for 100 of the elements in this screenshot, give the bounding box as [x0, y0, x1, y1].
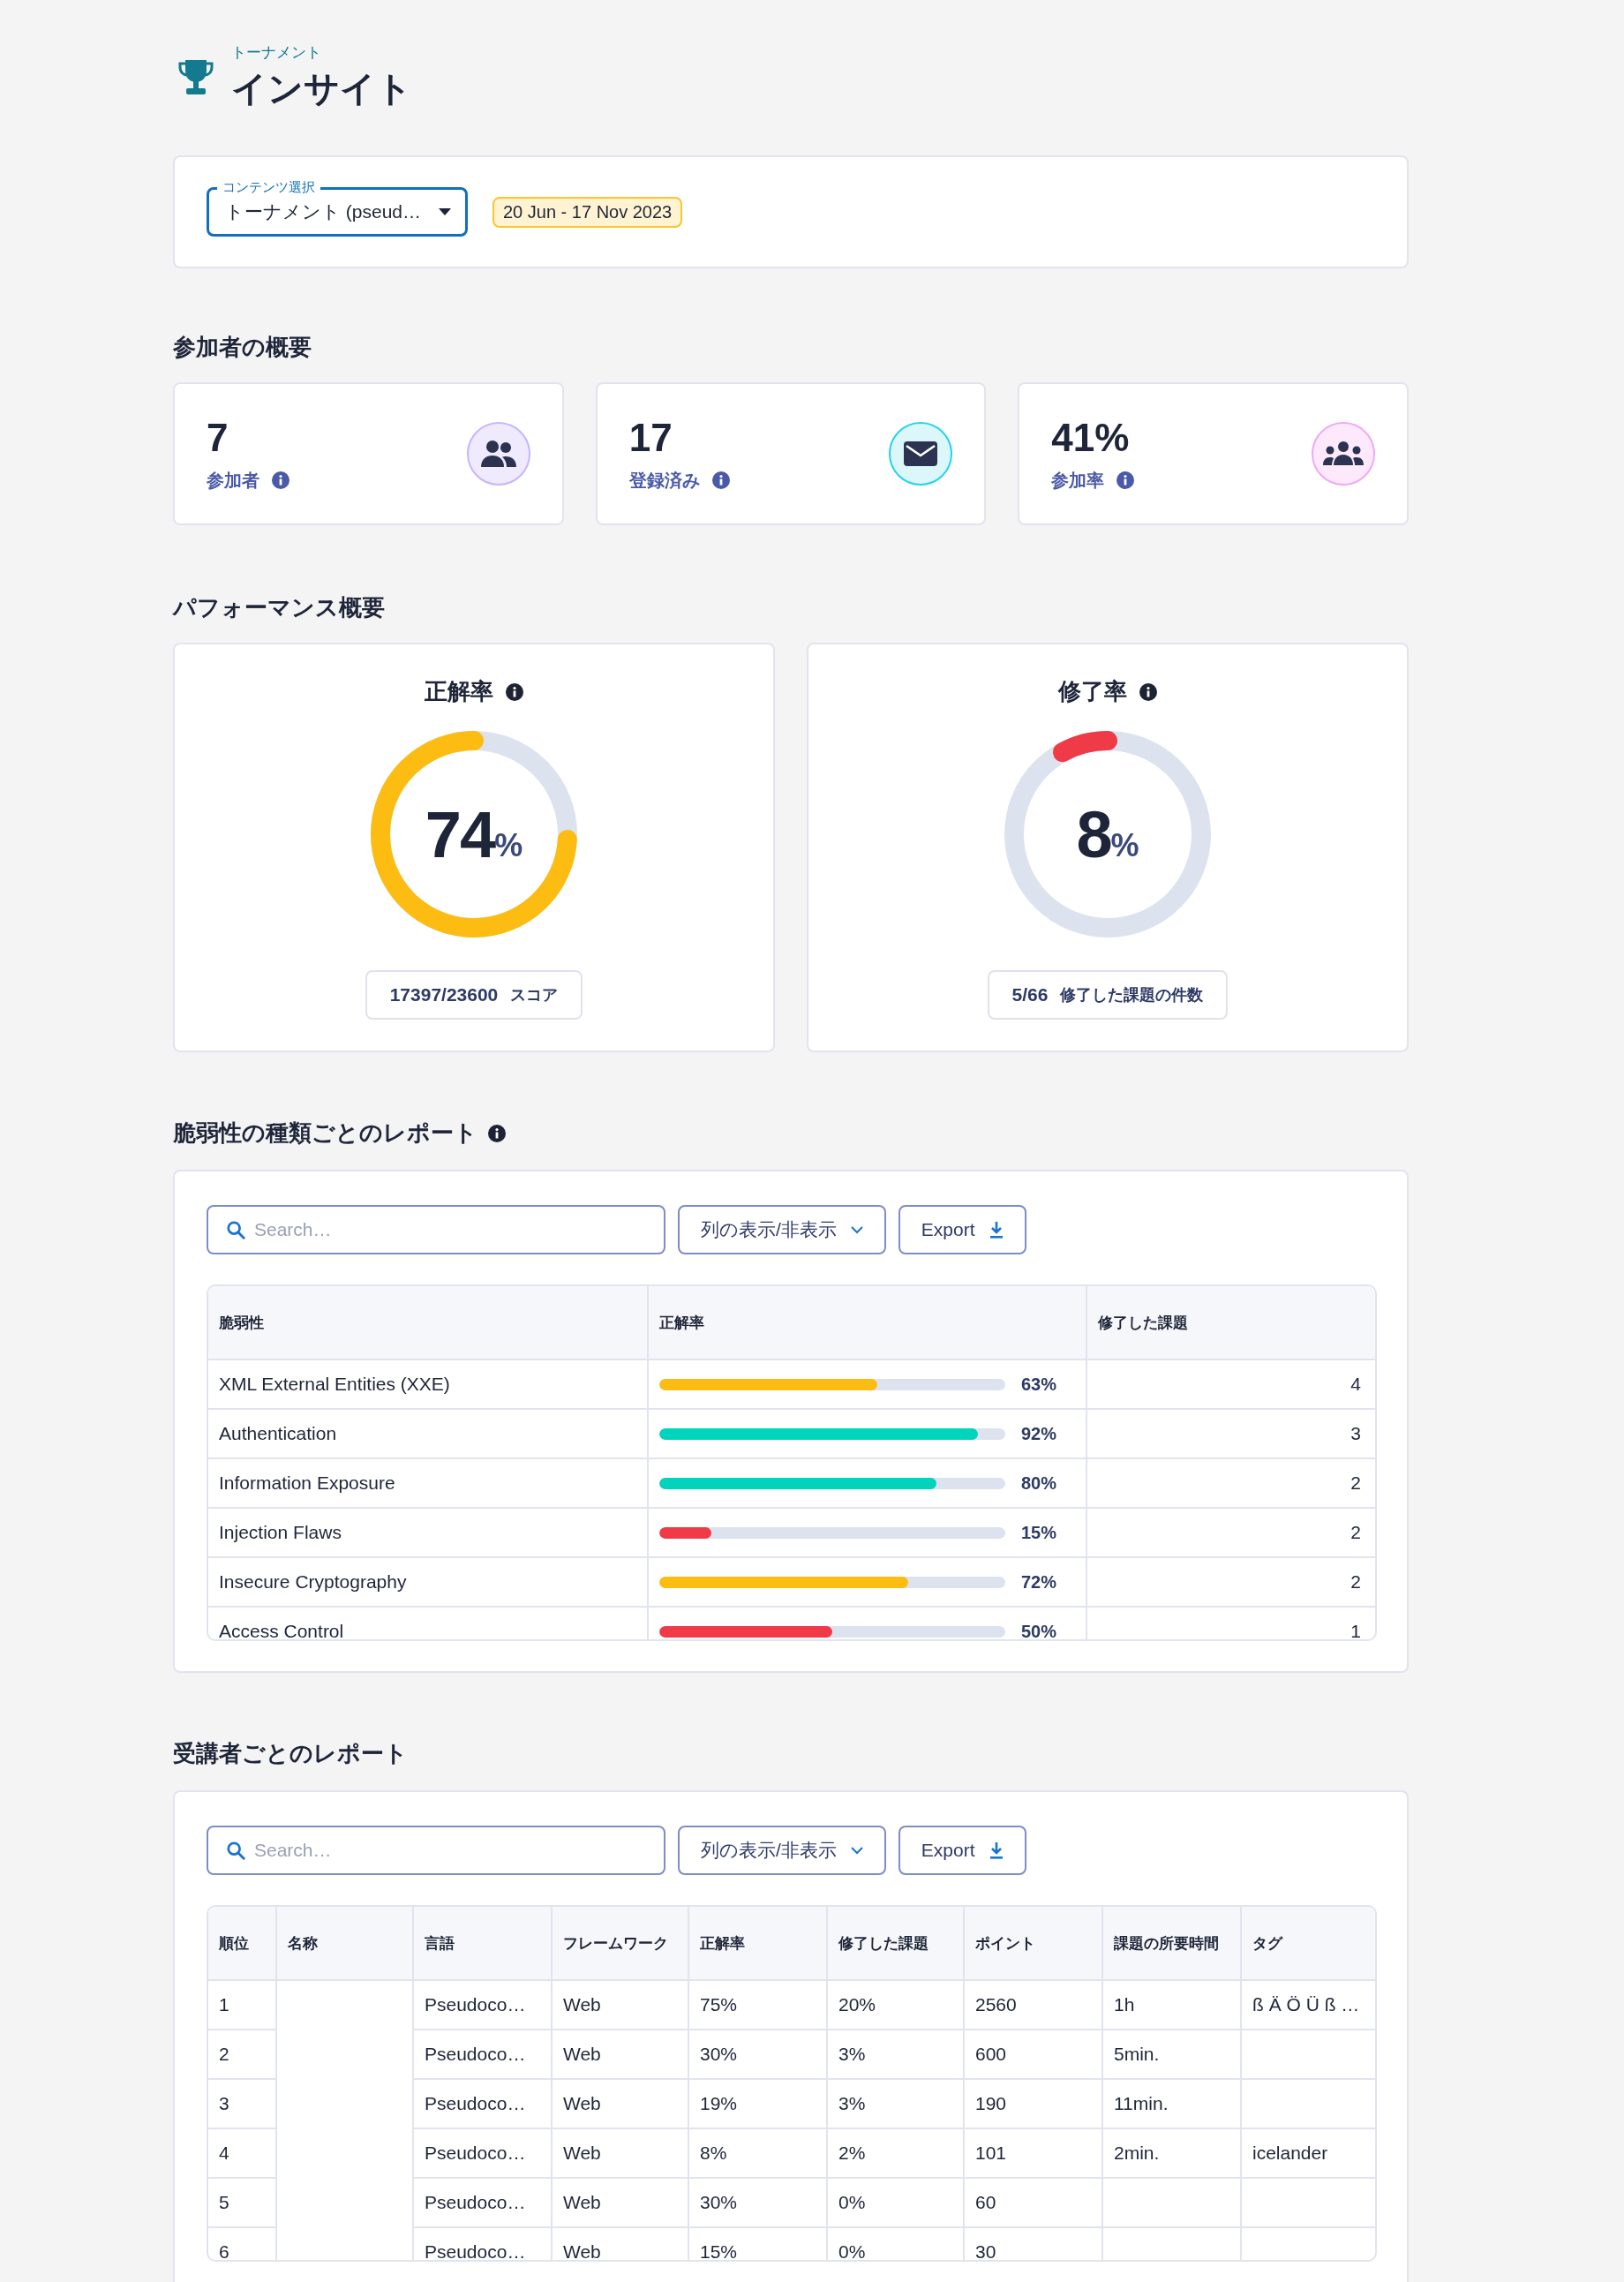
stat-label: 参加率: [1051, 469, 1105, 492]
column-header[interactable]: 正解率: [688, 1907, 827, 1980]
table-cell: 101: [964, 2128, 1102, 2178]
table-cell: 2560: [964, 1980, 1102, 2030]
chevron-icon: [850, 1225, 863, 1234]
percent-text: 50%: [1021, 1621, 1057, 1639]
table-cell: 5: [208, 2178, 276, 2227]
chevron-icon: [850, 1846, 863, 1855]
table-cell: 1h: [1102, 1980, 1241, 2030]
info-icon[interactable]: [272, 471, 289, 489]
table-cell: Pseudoco…: [413, 2128, 552, 2178]
gauge-value: 8: [1076, 796, 1111, 872]
dropdown-caret-icon: [439, 208, 451, 215]
section-title: 参加者の概要: [173, 333, 312, 362]
column-header[interactable]: 修了した課題: [827, 1907, 964, 1980]
column-header[interactable]: 正解率: [648, 1286, 1086, 1359]
export-button[interactable]: Export: [898, 1826, 1026, 1875]
table-cell: Pseudoco…: [413, 2178, 552, 2227]
table-cell: 4: [1086, 1359, 1375, 1409]
percent-unit: %: [494, 827, 523, 864]
table-cell: Web: [552, 2227, 688, 2260]
envelope-icon: [903, 441, 939, 467]
table-cell: 8%: [688, 2128, 827, 2178]
info-icon[interactable]: [711, 471, 730, 489]
column-header[interactable]: 名称: [276, 1907, 413, 1980]
date-range-badge: 20 Jun - 17 Nov 2023: [492, 196, 683, 228]
table-cell: 2: [1086, 1557, 1375, 1607]
table-cell: ß Ä Ö Ü ß …: [1241, 1980, 1375, 2030]
table-cell: icelander: [1241, 2128, 1375, 2178]
column-toggle-button[interactable]: 列の表示/非表示: [678, 1205, 886, 1254]
table-cell: Pseudoco…: [413, 2079, 552, 2128]
table-cell: 60: [964, 2178, 1102, 2227]
table-cell: Web: [552, 2079, 688, 2128]
table-cell: 2min.: [1102, 2128, 1241, 2178]
table-cell: 75%: [688, 1980, 827, 2030]
column-toggle-button[interactable]: 列の表示/非表示: [678, 1826, 886, 1875]
summary-value: 17397/23600: [389, 984, 499, 1005]
section-title: パフォーマンス概要: [173, 593, 385, 622]
table-cell: Web: [552, 1980, 688, 2030]
table-cell: 30%: [688, 2178, 827, 2227]
table-cell: 2: [1086, 1508, 1375, 1557]
table-cell: Pseudoco…: [413, 2227, 552, 2260]
page-title: インサイト: [231, 68, 412, 109]
summary-label: スコア: [510, 985, 559, 1005]
column-header[interactable]: 脆弱性: [208, 1286, 648, 1359]
stat-label: 登録済み: [628, 469, 700, 492]
table-cell: 3%: [827, 2030, 964, 2079]
column-header[interactable]: 言語: [413, 1907, 552, 1980]
info-icon[interactable]: [1116, 471, 1135, 489]
percent-text: 92%: [1021, 1423, 1057, 1444]
table-cell: Authentication: [208, 1409, 648, 1458]
table-cell: 19%: [688, 2079, 827, 2128]
table-cell: 0%: [827, 2178, 964, 2227]
trophy-icon: [178, 58, 214, 97]
table-cell: 4: [208, 2128, 276, 2178]
group-icon: [1322, 441, 1365, 467]
section-title: 受講者ごとのレポート: [173, 1739, 408, 1768]
column-header[interactable]: タグ: [1241, 1907, 1375, 1980]
info-icon[interactable]: [1139, 682, 1157, 701]
table-cell: Insecure Cryptography: [208, 1557, 648, 1607]
table-cell: 2: [208, 2030, 276, 2079]
table-cell: 5min.: [1102, 2030, 1241, 2079]
download-icon: [989, 1221, 1004, 1239]
section-title: 脆弱性の種類ごとのレポート: [173, 1118, 477, 1148]
users-icon: [478, 439, 518, 469]
table-cell: Information Exposure: [208, 1458, 648, 1508]
table-cell: Injection Flaws: [208, 1508, 648, 1557]
gauge-title: 修了率: [1058, 677, 1127, 706]
table-cell: 1: [1086, 1607, 1375, 1639]
table-cell: 1: [208, 1980, 276, 2030]
download-icon: [989, 1841, 1004, 1859]
table-cell: Access Control: [208, 1607, 648, 1639]
table-cell: 600: [964, 2030, 1102, 2079]
page-subtitle: トーナメント: [231, 43, 322, 63]
table-cell: 190: [964, 2079, 1102, 2128]
table-cell: Web: [552, 2030, 688, 2079]
table-cell: 6: [208, 2227, 276, 2260]
table-cell: 20%: [827, 1980, 964, 2030]
percent-text: 80%: [1021, 1472, 1057, 1494]
info-icon[interactable]: [506, 682, 523, 701]
table-cell: Web: [552, 2128, 688, 2178]
percent-unit: %: [1110, 827, 1139, 864]
stat-label: 参加者: [207, 469, 259, 492]
table-cell: 30: [964, 2227, 1102, 2260]
gauge-value: 74: [425, 796, 495, 872]
column-header[interactable]: ポイント: [964, 1907, 1102, 1980]
table-cell: Web: [552, 2178, 688, 2227]
table-cell: 3%: [827, 2079, 964, 2128]
column-header[interactable]: 課題の所要時間: [1102, 1907, 1241, 1980]
column-header[interactable]: フレームワーク: [552, 1907, 688, 1980]
export-button[interactable]: Export: [898, 1205, 1026, 1254]
table-cell: 2%: [827, 2128, 964, 2178]
table-cell: 3: [1086, 1409, 1375, 1458]
column-header[interactable]: 順位: [208, 1907, 276, 1980]
table-cell: 0%: [827, 2227, 964, 2260]
column-header[interactable]: 修了した課題: [1086, 1286, 1375, 1359]
percent-text: 15%: [1021, 1522, 1057, 1543]
table-cell: 2: [1086, 1458, 1375, 1508]
table-cell: 3: [208, 2079, 276, 2128]
info-icon[interactable]: [488, 1124, 506, 1142]
